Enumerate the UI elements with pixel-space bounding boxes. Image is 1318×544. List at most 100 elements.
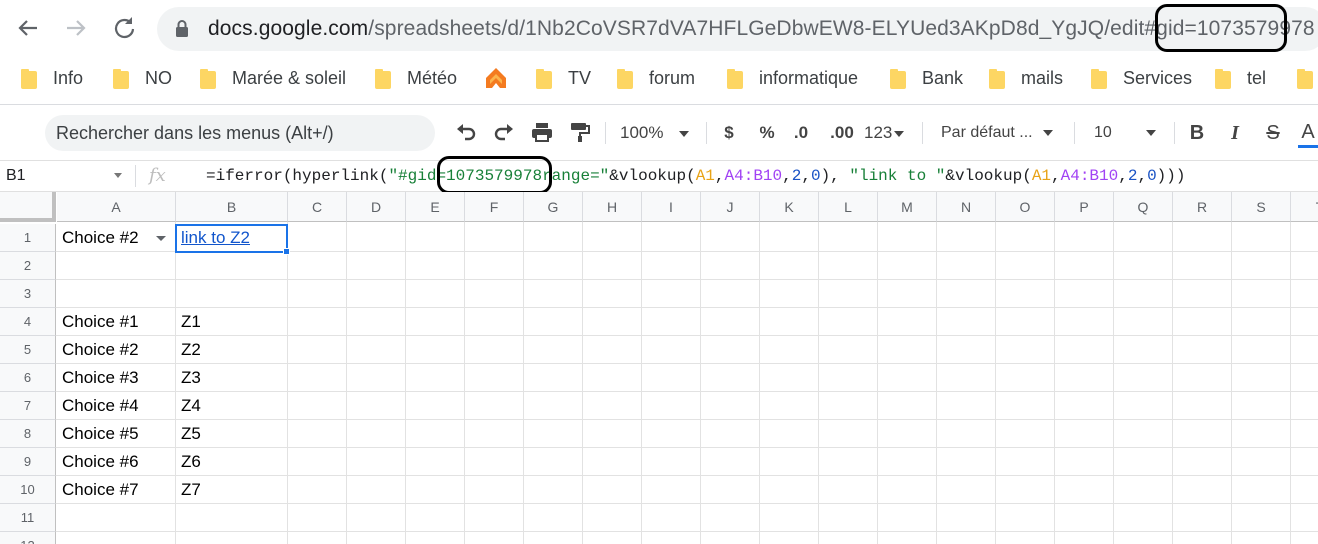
bookmark-tel[interactable]: tel <box>1213 64 1266 92</box>
url-text[interactable]: docs.google.com/spreadsheets/d/1Nb2CoVSR… <box>208 16 1315 42</box>
column-header-b[interactable]: B <box>176 192 288 222</box>
column-header-i[interactable]: I <box>642 192 701 222</box>
row-header-3[interactable]: 3 <box>0 280 56 308</box>
bookmark-mails[interactable]: mails <box>987 64 1063 92</box>
lock-icon[interactable] <box>175 19 189 39</box>
row-header-9[interactable]: 9 <box>0 448 56 476</box>
row-header-6[interactable]: 6 <box>0 364 56 392</box>
column-header-c[interactable]: C <box>288 192 347 222</box>
row-header-2[interactable]: 2 <box>0 252 56 280</box>
arrow-left-icon[interactable] <box>13 13 43 43</box>
row-header-8[interactable]: 8 <box>0 420 56 448</box>
formula-gid-highlight-annotation <box>437 156 552 194</box>
formula-number: 0 <box>1147 167 1157 185</box>
divider <box>0 104 1318 105</box>
redo-icon[interactable] <box>490 120 518 146</box>
column-header-m[interactable]: M <box>878 192 937 222</box>
zoom-select[interactable]: 100% <box>620 120 698 146</box>
arrow-right-icon[interactable] <box>61 13 91 43</box>
column-header-g[interactable]: G <box>524 192 583 222</box>
decrease-decimal-button[interactable]: .0 <box>790 120 812 146</box>
row-header-5[interactable]: 5 <box>0 336 56 364</box>
percent-button[interactable]: % <box>757 120 777 146</box>
italic-button[interactable]: I <box>1224 120 1246 146</box>
bookmark-services[interactable]: Services <box>1089 64 1192 92</box>
select-all-corner[interactable] <box>0 192 56 222</box>
cell-b8[interactable]: Z5 <box>176 420 288 448</box>
strikethrough-button[interactable]: S <box>1262 120 1284 146</box>
row-header-10[interactable]: 10 <box>0 476 56 504</box>
column-header-l[interactable]: L <box>819 192 878 222</box>
bookmark-forum[interactable]: forum <box>615 64 695 92</box>
bookmark-orange[interactable] <box>484 64 508 92</box>
menu-search-input[interactable]: Rechercher dans les menus (Alt+/) <box>45 115 435 151</box>
bookmark-overflow[interactable] <box>1295 64 1318 92</box>
reload-icon[interactable] <box>109 13 139 43</box>
fill-handle[interactable] <box>283 248 290 255</box>
bookmark-label: mails <box>1021 67 1064 88</box>
cell-a4[interactable]: Choice #1 <box>57 308 176 336</box>
cell-a7[interactable]: Choice #4 <box>57 392 176 420</box>
print-icon[interactable] <box>528 120 556 146</box>
cell-a6[interactable]: Choice #3 <box>57 364 176 392</box>
bold-button[interactable]: B <box>1186 120 1208 146</box>
bookmark-info[interactable]: Info <box>19 64 83 92</box>
dropdown-chevron-icon[interactable] <box>156 236 166 241</box>
row-header-4[interactable]: 4 <box>0 308 56 336</box>
formula-divider <box>135 165 136 187</box>
column-header-a[interactable]: A <box>57 192 176 222</box>
paint-format-icon[interactable] <box>566 120 594 146</box>
column-header-d[interactable]: D <box>347 192 406 222</box>
column-header-n[interactable]: N <box>937 192 996 222</box>
currency-button[interactable]: $ <box>719 120 739 146</box>
row-header-7[interactable]: 7 <box>0 392 56 420</box>
cell-a10[interactable]: Choice #7 <box>57 476 176 504</box>
row-header-12[interactable]: 12 <box>0 532 56 544</box>
column-header-f[interactable]: F <box>465 192 524 222</box>
grid-line <box>56 279 1318 280</box>
increase-decimal-button[interactable]: .00 <box>827 120 857 146</box>
column-header-q[interactable]: Q <box>1114 192 1173 222</box>
text-color-button[interactable]: A <box>1298 120 1318 148</box>
bookmarks-bar: Info NO Marée & soleil Météo TV forum in… <box>0 58 1318 98</box>
cell-a5[interactable]: Choice #2 <box>57 336 176 364</box>
column-header-j[interactable]: J <box>701 192 760 222</box>
column-header-k[interactable]: K <box>760 192 819 222</box>
bookmark-bank[interactable]: Bank <box>888 64 963 92</box>
bookmark-tv[interactable]: TV <box>534 64 591 92</box>
row-header-1[interactable]: 1 <box>0 224 56 252</box>
cell-b10[interactable]: Z7 <box>176 476 288 504</box>
cell-b6[interactable]: Z3 <box>176 364 288 392</box>
font-size-select[interactable]: 10 <box>1094 120 1166 146</box>
bookmark-meteo[interactable]: Météo <box>373 64 457 92</box>
column-header-e[interactable]: E <box>406 192 465 222</box>
address-bar[interactable]: docs.google.com/spreadsheets/d/1Nb2CoVSR… <box>157 7 1318 51</box>
more-formats-button[interactable]: 123 <box>864 120 910 146</box>
formula-part: &vlookup( <box>609 167 696 185</box>
cell-b4[interactable]: Z1 <box>176 308 288 336</box>
grid-line <box>877 222 878 544</box>
grid-line <box>818 222 819 544</box>
column-header-s[interactable]: S <box>1232 192 1291 222</box>
cell-b7[interactable]: Z4 <box>176 392 288 420</box>
cell-b5[interactable]: Z2 <box>176 336 288 364</box>
bookmark-label: tel <box>1247 67 1267 88</box>
formula-input[interactable]: =iferror(hyperlink("#gid=1073579978range… <box>206 161 1185 191</box>
column-header-p[interactable]: P <box>1055 192 1114 222</box>
undo-icon[interactable] <box>452 120 480 146</box>
column-header-h[interactable]: H <box>583 192 642 222</box>
column-header-o[interactable]: O <box>996 192 1055 222</box>
cell-b9[interactable]: Z6 <box>176 448 288 476</box>
bookmark-label: TV <box>568 67 592 88</box>
column-header-t[interactable]: T <box>1291 192 1318 222</box>
cell-a8[interactable]: Choice #5 <box>57 420 176 448</box>
column-header-r[interactable]: R <box>1173 192 1232 222</box>
font-family-select[interactable]: Par défaut ... <box>941 120 1063 146</box>
cell-a9[interactable]: Choice #6 <box>57 448 176 476</box>
toolbar-divider <box>605 122 606 144</box>
name-box[interactable]: B1 <box>0 161 128 191</box>
bookmark-maree-soleil[interactable]: Marée & soleil <box>198 64 346 92</box>
row-header-11[interactable]: 11 <box>0 504 56 532</box>
bookmark-no[interactable]: NO <box>111 64 172 92</box>
bookmark-informatique[interactable]: informatique <box>725 64 858 92</box>
